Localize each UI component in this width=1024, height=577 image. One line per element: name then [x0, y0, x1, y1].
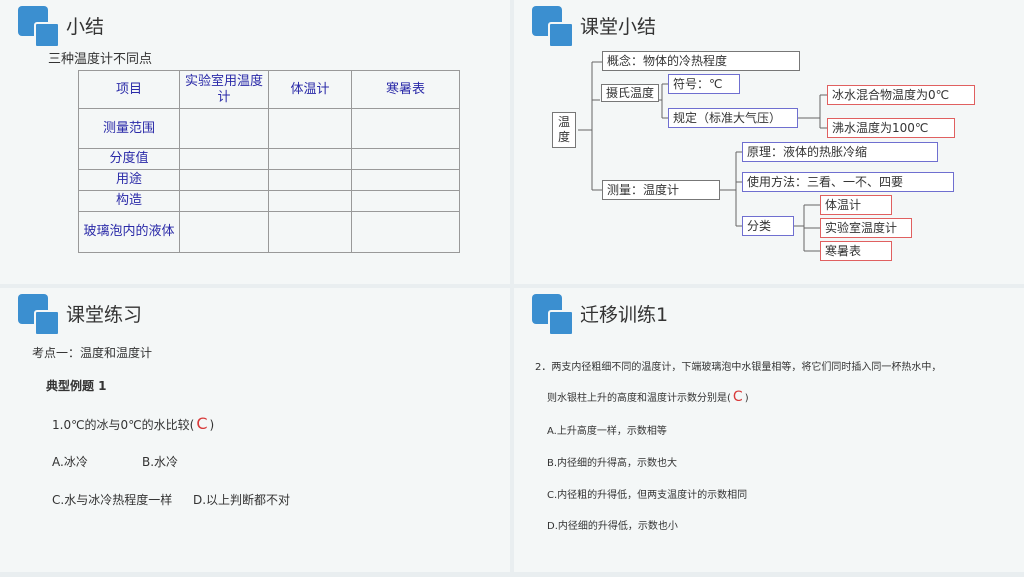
node-classify: 分类: [742, 216, 794, 236]
slide-transfer-training: 迁移训练1 2．两支内径粗细不同的温度计，下端玻璃泡中水银量相等，将它们同时插入…: [514, 288, 1024, 572]
option-a: A.冰冷: [52, 455, 88, 469]
table-header: 寒暑表: [351, 70, 460, 109]
slide-title: 迁移训练1: [580, 304, 669, 326]
logo-icon: [18, 294, 60, 336]
node-root: 温度: [552, 112, 576, 148]
node-symbol: 符号：℃: [668, 74, 740, 94]
node-usage: 使用方法：三看、一不、四要: [742, 172, 954, 192]
table-header: 体温计: [268, 70, 352, 109]
node-ice: 冰水混合物温度为0℃: [827, 85, 975, 105]
comparison-table: 项目 实验室用温度计 体温计 寒暑表 测量范围 分度值 用途 构造 玻璃泡内的液…: [78, 70, 460, 253]
node-measure: 测量：温度计: [602, 180, 720, 200]
table-row-label: 构造: [78, 190, 180, 212]
slide-class-summary: 课堂小结 温度 概念：物体的冷热程度 摄氏温度 符号：℃ 规定（标准大气压） 冰…: [514, 0, 1024, 284]
option-a: A.上升高度一样，示数相等: [547, 426, 667, 437]
table-row-label: 玻璃泡内的液体: [78, 211, 180, 253]
table-row-label: 测量范围: [78, 108, 180, 149]
table-header: 项目: [78, 70, 180, 109]
slide-summary: 小结 三种温度计不同点 项目 实验室用温度计 体温计 寒暑表 测量范围 分度值 …: [0, 0, 510, 284]
node-principle: 原理：液体的热胀冷缩: [742, 142, 938, 162]
slide-practice: 课堂练习 考点一：温度和温度计 典型例题 1 1.0℃的冰与0℃的水比较(C) …: [0, 288, 510, 572]
node-celsius: 摄氏温度: [601, 84, 659, 102]
slide-title: 课堂练习: [66, 304, 143, 326]
option-c: C.内径粗的升得低，但两支温度计的示数相同: [547, 490, 748, 501]
node-boil: 沸水温度为100℃: [827, 118, 955, 138]
node-type: 寒暑表: [820, 241, 892, 261]
table-row-label: 分度值: [78, 148, 180, 170]
answer-mark: C: [196, 414, 208, 433]
node-concept: 概念：物体的冷热程度: [602, 51, 800, 71]
logo-icon: [532, 294, 574, 336]
question-text: 1.0℃的冰与0℃的水比较(C): [52, 414, 215, 433]
option-d: D.以上判断都不对: [193, 493, 291, 507]
table-header: 实验室用温度计: [179, 70, 269, 109]
option-d: D.内径细的升得低，示数也小: [547, 521, 678, 532]
option-c: C.水与冰冷热程度一样: [52, 493, 173, 507]
answer-mark: C: [732, 389, 743, 405]
node-type: 体温计: [820, 195, 892, 215]
table-row-label: 用途: [78, 169, 180, 191]
option-b: B.内径细的升得高，示数也大: [547, 458, 678, 469]
question-line-2: 则水银柱上升的高度和温度计示数分别是(C): [547, 389, 749, 405]
slide-title: 小结: [66, 16, 105, 38]
exam-point: 考点一：温度和温度计: [32, 346, 153, 360]
table-caption: 三种温度计不同点: [48, 52, 153, 67]
option-b: B.水冷: [142, 455, 179, 469]
node-rule: 规定（标准大气压）: [668, 108, 798, 128]
logo-icon: [18, 6, 60, 48]
node-type: 实验室温度计: [820, 218, 912, 238]
question-line-1: 2．两支内径粗细不同的温度计，下端玻璃泡中水银量相等，将它们同时插入同一杯热水中…: [535, 362, 942, 373]
example-label: 典型例题 1: [46, 379, 107, 393]
